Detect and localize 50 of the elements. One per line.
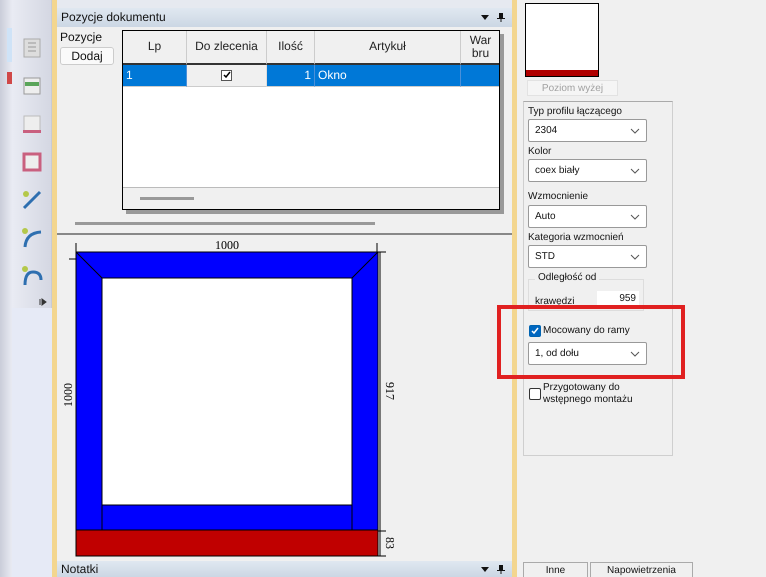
dropdown[interactable]: STD	[528, 245, 647, 268]
column-header[interactable]: Ilość	[267, 30, 315, 65]
chevron-icon	[630, 128, 640, 134]
dropdown[interactable]: 2304	[528, 119, 647, 142]
checkbox[interactable]	[529, 325, 541, 337]
chevron-icon	[630, 254, 640, 260]
dropdown[interactable]: 1, od dołu	[528, 342, 647, 365]
table-cell[interactable]: 1	[267, 64, 315, 87]
field-label: Kategoria wzmocnień	[528, 232, 625, 243]
pin-icon[interactable]	[496, 564, 506, 574]
panel-title: Pozycje dokumentu	[61, 10, 167, 24]
column-header[interactable]: Artykuł	[315, 30, 461, 65]
tab[interactable]: Napowietrzenia	[590, 562, 693, 577]
pin-icon[interactable]	[496, 12, 506, 22]
scrollbar-thumb[interactable]	[140, 196, 194, 200]
dropdown-icon[interactable]	[480, 12, 490, 22]
group-legend: Odległość od	[535, 272, 600, 283]
checkbox-label: Mocowany do ramy	[543, 325, 630, 337]
splitter[interactable]	[75, 222, 375, 225]
add-button[interactable]: Dodaj	[60, 46, 114, 65]
dimension-label: 83	[383, 537, 397, 550]
chevron-icon	[630, 214, 640, 220]
column-header[interactable]: Do zlecenia	[187, 30, 267, 65]
column-header[interactable]: War bru	[461, 30, 499, 65]
field-label: krawędzi	[535, 296, 574, 307]
checkbox-label: Przygotowany do wstępnego montażu	[543, 382, 634, 406]
dimension-label: 917	[383, 382, 397, 400]
tab[interactable]: Inne	[523, 562, 588, 577]
table-cell[interactable]: 1	[123, 64, 187, 87]
table-cell[interactable]	[461, 64, 499, 87]
section-label: Pozycje	[60, 30, 104, 44]
column-header[interactable]: Lp	[123, 30, 187, 65]
frame-icon[interactable]	[20, 150, 44, 174]
expand-icon[interactable]	[39, 298, 47, 306]
field-label: Kolor	[528, 146, 552, 157]
checkbox[interactable]	[221, 70, 232, 81]
field-label: Wzmocnienie	[528, 191, 590, 202]
chevron-icon	[630, 168, 640, 174]
arch-icon[interactable]	[20, 264, 44, 288]
dimension-label: 1000	[61, 383, 75, 408]
table-cell[interactable]: Okno	[315, 64, 461, 87]
chevron-icon	[630, 350, 640, 356]
arc-icon[interactable]	[20, 226, 44, 250]
panel-title: Notatki	[61, 562, 100, 576]
dimension-label: 1000	[215, 238, 239, 252]
dropdown-icon[interactable]	[480, 564, 490, 574]
field-label: Typ profilu łączącego	[528, 106, 623, 117]
checkbox[interactable]	[529, 388, 541, 400]
dropdown[interactable]: coex biały	[528, 159, 647, 182]
dropdown[interactable]: Auto	[528, 205, 647, 228]
